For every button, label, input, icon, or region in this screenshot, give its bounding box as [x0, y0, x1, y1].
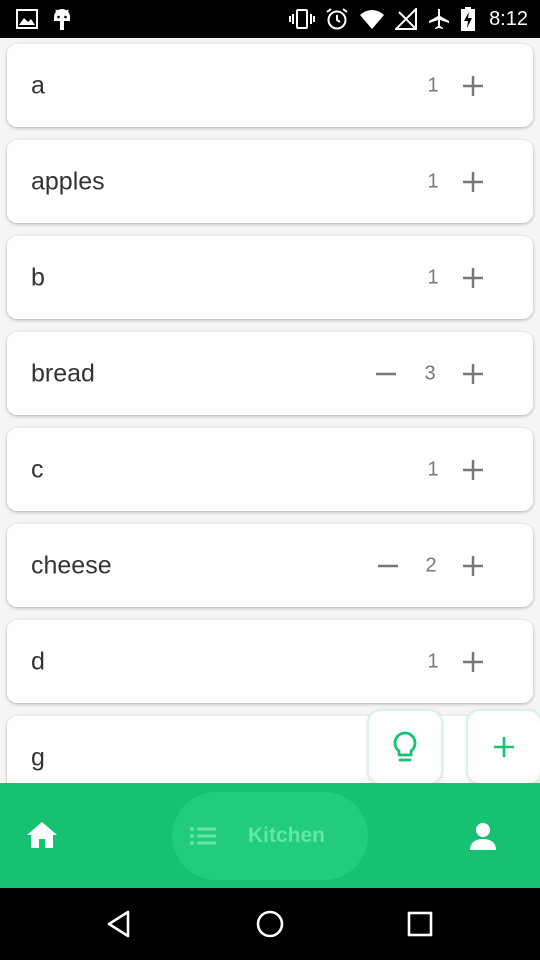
nav-list-label: Kitchen	[248, 824, 326, 847]
plus-icon	[463, 651, 483, 672]
status-bar: 8:12	[0, 0, 540, 38]
item-quantity: 1	[427, 650, 439, 672]
list-item[interactable]: a 1	[7, 44, 533, 127]
increase-button[interactable]	[455, 356, 491, 392]
increase-button[interactable]	[455, 68, 491, 104]
person-icon	[470, 823, 496, 850]
decrease-button[interactable]	[370, 548, 406, 584]
item-name: d	[31, 647, 45, 675]
item-name: apples	[31, 167, 105, 195]
android-icon	[54, 9, 70, 30]
plus-icon	[463, 171, 483, 192]
item-name: cheese	[31, 551, 112, 579]
increase-button[interactable]	[455, 260, 491, 296]
item-quantity: 3	[424, 362, 436, 384]
status-time: 8:12	[489, 8, 528, 30]
list-item[interactable]: b 1	[7, 236, 533, 319]
system-navigation-bar	[0, 888, 540, 960]
item-quantity: 2	[425, 554, 437, 576]
list-item[interactable]: d 1	[7, 620, 533, 703]
home-system-button[interactable]	[254, 908, 286, 940]
plus-icon	[463, 459, 483, 480]
item-name: b	[31, 263, 45, 291]
list-item[interactable]: apples 1	[7, 140, 533, 223]
item-name: g	[31, 743, 45, 771]
plus-icon	[494, 737, 514, 757]
item-name: bread	[31, 359, 95, 387]
add-item-button[interactable]	[466, 709, 540, 785]
vibrate-icon	[289, 9, 316, 29]
item-quantity: 1	[427, 266, 439, 288]
item-name: a	[31, 71, 45, 99]
battery-charging-icon	[461, 7, 476, 31]
airplane-icon	[429, 9, 450, 29]
shopping-list[interactable]: a 1 apples 1 b 1 bread 3 c 1 cheese 2 d …	[0, 38, 540, 783]
home-circle-icon	[256, 910, 284, 938]
lightbulb-icon	[393, 731, 417, 762]
item-quantity: 1	[427, 74, 439, 96]
home-icon	[27, 822, 57, 848]
increase-button[interactable]	[455, 164, 491, 200]
minus-icon	[376, 372, 396, 375]
bottom-navigation: Kitchen	[0, 783, 540, 888]
list-item[interactable]: cheese 2	[7, 524, 533, 607]
recents-square-icon	[407, 911, 433, 937]
nav-home-button[interactable]	[26, 821, 58, 849]
plus-icon	[463, 555, 483, 576]
increase-button[interactable]	[455, 548, 491, 584]
nav-profile-button[interactable]	[468, 821, 498, 851]
item-quantity: 1	[427, 170, 439, 192]
plus-icon	[463, 363, 483, 384]
plus-icon	[463, 267, 483, 288]
plus-icon	[463, 75, 483, 96]
alarm-icon	[326, 8, 348, 30]
wifi-icon	[360, 10, 385, 29]
list-item[interactable]: g	[7, 716, 533, 783]
decrease-button[interactable]	[368, 356, 404, 392]
back-button[interactable]	[104, 908, 136, 940]
back-triangle-icon	[107, 910, 130, 938]
no-signal-icon	[395, 8, 418, 30]
recents-button[interactable]	[404, 908, 436, 940]
list-icon	[190, 827, 216, 845]
item-name: c	[31, 455, 44, 483]
list-item[interactable]: bread 3	[7, 332, 533, 415]
item-quantity: 1	[427, 458, 439, 480]
increase-button[interactable]	[455, 644, 491, 680]
nav-list-tab[interactable]: Kitchen	[172, 792, 368, 880]
minus-icon	[378, 564, 398, 567]
suggestions-button[interactable]	[367, 709, 443, 785]
list-item[interactable]: c 1	[7, 428, 533, 511]
image-icon	[16, 9, 38, 29]
increase-button[interactable]	[455, 452, 491, 488]
